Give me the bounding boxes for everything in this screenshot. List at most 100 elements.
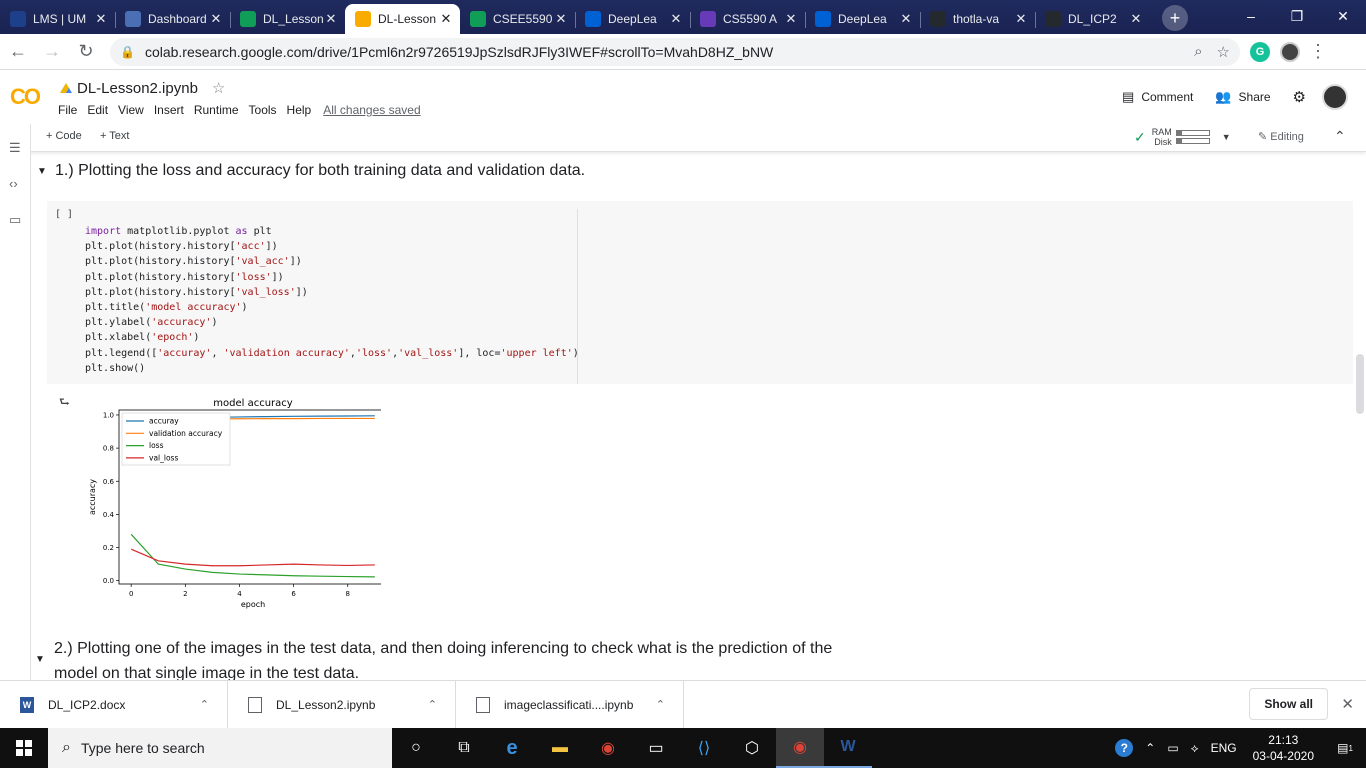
download-item[interactable]: W DL_ICP2.docx ⌃	[0, 680, 228, 729]
close-downloads-bar-icon[interactable]: ✕	[1341, 695, 1354, 713]
notebook-content: ▼ 1.) Plotting the loss and accuracy for…	[31, 152, 1353, 680]
grammarly-extension-icon[interactable]: G	[1250, 41, 1270, 62]
help-icon[interactable]: ?	[1115, 739, 1134, 757]
browser-tab[interactable]: DeepLea ✕	[575, 4, 690, 34]
battery-icon[interactable]: ▭	[1167, 741, 1178, 755]
download-options-chevron-icon[interactable]: ⌃	[656, 698, 665, 711]
menu-item[interactable]: Edit	[87, 103, 108, 117]
menu-item[interactable]: Runtime	[194, 103, 239, 117]
close-tab-icon[interactable]: ✕	[898, 11, 914, 27]
share-button[interactable]: 👥 Share	[1215, 89, 1270, 105]
close-tab-icon[interactable]: ✕	[93, 11, 109, 27]
dropdown-icon[interactable]: ▼	[1222, 132, 1231, 142]
notebook-title-text[interactable]: DL-Lesson2.ipynb	[77, 80, 198, 97]
output-icon[interactable]: ⮑	[59, 393, 70, 414]
add-code-button[interactable]: + Code	[46, 130, 82, 142]
terminal-icon[interactable]: ▭	[632, 728, 680, 768]
close-tab-icon[interactable]: ✕	[1013, 11, 1029, 27]
tab-title: CSEE5590	[493, 12, 553, 26]
settings-button[interactable]: ⚙	[1293, 88, 1306, 106]
code-cell[interactable]: [ ] import matplotlib.pyplot as plt plt.…	[47, 201, 1353, 384]
scrollbar-thumb[interactable]	[1356, 354, 1364, 414]
close-tab-icon[interactable]: ✕	[783, 11, 799, 27]
cortana-icon[interactable]: ○	[392, 728, 440, 768]
close-tab-icon[interactable]: ✕	[1128, 11, 1144, 27]
menu-item[interactable]: Help	[287, 103, 312, 117]
ram-disk-indicator[interactable]: ✓ RAM Disk ▼	[1134, 127, 1231, 147]
browser-tab[interactable]: DeepLea ✕	[805, 4, 920, 34]
virtualbox-icon[interactable]: ⬡	[728, 728, 776, 768]
code-snippets-icon[interactable]: ‹›	[9, 176, 18, 191]
collapse-section-icon[interactable]: ▼	[37, 166, 47, 177]
collapse-header-icon[interactable]: ⌃	[1334, 128, 1346, 145]
vscode-icon[interactable]: ⟨⟩	[680, 728, 728, 768]
show-hidden-icons-chevron-icon[interactable]: ⌃	[1145, 741, 1155, 755]
start-button[interactable]	[0, 728, 48, 768]
menu-item[interactable]: Insert	[154, 103, 184, 117]
bookmark-star-icon[interactable]: ☆	[1217, 43, 1230, 61]
zoom-icon[interactable]: ⌕	[1194, 43, 1202, 60]
browser-tab[interactable]: Dashboard ✕	[115, 4, 230, 34]
downloads-bar: W DL_ICP2.docx ⌃ DL_Lesson2.ipynb ⌃ imageclas…	[0, 680, 1366, 729]
close-tab-icon[interactable]: ✕	[668, 11, 684, 27]
close-window-button[interactable]: ✕	[1320, 0, 1366, 32]
show-all-downloads-button[interactable]: Show all	[1249, 688, 1328, 720]
close-tab-icon[interactable]: ✕	[208, 11, 224, 27]
taskbar-search-box[interactable]: ⌕ Type here to search	[48, 728, 392, 768]
forward-button[interactable]: →	[36, 36, 68, 68]
share-people-icon: 👥	[1215, 89, 1232, 104]
browser-tab[interactable]: LMS | UM ✕	[0, 4, 115, 34]
chrome-active-icon[interactable]: ◉	[776, 728, 824, 768]
profile-avatar[interactable]	[1280, 41, 1300, 62]
network-icon[interactable]: ⟡	[1191, 741, 1199, 756]
menu-item[interactable]: File	[58, 103, 77, 117]
browser-tab[interactable]: DL_Lesson ✕	[230, 4, 345, 34]
language-indicator[interactable]: ENG	[1211, 741, 1237, 755]
add-text-button[interactable]: + Text	[100, 130, 129, 142]
code-editor[interactable]: import matplotlib.pyplot as plt plt.plot…	[85, 224, 579, 376]
table-of-contents-icon[interactable]: ☰	[9, 140, 21, 156]
word-icon[interactable]: W	[824, 728, 872, 768]
download-item[interactable]: DL_Lesson2.ipynb ⌃	[228, 680, 456, 729]
edge-icon[interactable]: e	[488, 728, 536, 768]
close-tab-icon[interactable]: ✕	[438, 11, 454, 27]
file-explorer-icon[interactable]: ▬	[536, 728, 584, 768]
download-options-chevron-icon[interactable]: ⌃	[200, 698, 209, 711]
browser-tab[interactable]: DL-Lesson ✕	[345, 4, 460, 34]
browser-tab[interactable]: CS5590 A ✕	[690, 4, 805, 34]
disk-label: Disk	[1154, 137, 1172, 147]
user-avatar[interactable]	[1322, 84, 1348, 110]
address-bar[interactable]: 🔒 colab.research.google.com/drive/1Pcml6…	[110, 37, 1240, 66]
browser-menu-icon[interactable]: ⋮	[1302, 36, 1334, 68]
back-button[interactable]: ←	[2, 36, 34, 68]
browser-tab[interactable]: CSEE5590 ✕	[460, 4, 575, 34]
new-tab-button[interactable]: +	[1162, 5, 1188, 31]
clock[interactable]: 21:13 03-04-2020	[1253, 732, 1314, 764]
restore-button[interactable]: ❐	[1274, 0, 1320, 32]
task-view-icon[interactable]: ⧉	[440, 728, 488, 768]
minimize-button[interactable]: –	[1228, 0, 1274, 32]
menu-item[interactable]: Tools	[249, 103, 277, 117]
browser-tab[interactable]: thotla-va ✕	[920, 4, 1035, 34]
browser-tab-strip: LMS | UM ✕ Dashboard ✕ DL_Lesson ✕ DL-Lesson ✕ C…	[0, 0, 1366, 34]
menu-item[interactable]: View	[118, 103, 144, 117]
download-options-chevron-icon[interactable]: ⌃	[428, 698, 437, 711]
collapse-section-2-icon[interactable]: ▼	[35, 654, 45, 665]
chrome-icon[interactable]: ◉	[584, 728, 632, 768]
colab-logo[interactable]: CO	[10, 84, 41, 110]
save-status-link[interactable]: All changes saved	[323, 103, 420, 117]
files-icon[interactable]: ▭	[9, 212, 21, 228]
close-tab-icon[interactable]: ✕	[323, 11, 339, 27]
window-controls: – ❐ ✕	[1228, 0, 1366, 32]
reload-button[interactable]: ↻	[70, 36, 102, 68]
browser-tab[interactable]: DL_ICP2 ✕	[1035, 4, 1150, 34]
notifications-icon[interactable]: ▤ 1	[1330, 728, 1360, 768]
close-tab-icon[interactable]: ✕	[553, 11, 569, 27]
system-tray: ? ⌃ ▭ ⟡ ENG 21:13 03-04-2020 ▤ 1	[1109, 728, 1366, 768]
download-item[interactable]: imageclassificati....ipynb ⌃	[456, 680, 684, 729]
editing-mode-button[interactable]: ✎ Editing	[1258, 130, 1304, 143]
comment-button[interactable]: ▤ Comment	[1122, 89, 1193, 105]
run-cell-indicator[interactable]: [ ]	[55, 209, 73, 220]
star-icon[interactable]: ☆	[212, 79, 225, 97]
colab-icon	[355, 11, 371, 27]
